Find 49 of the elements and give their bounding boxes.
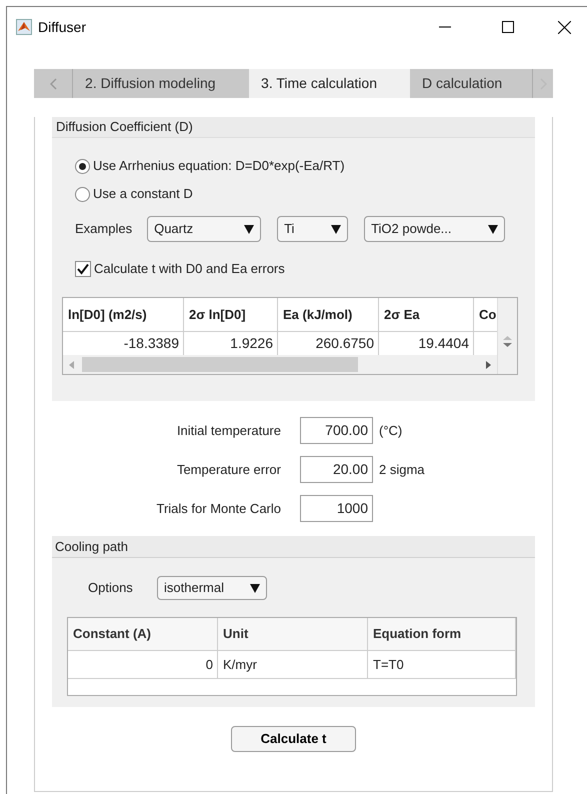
field-label: Trials for Monte Carlo	[156, 500, 281, 518]
horizontal-scrollbar[interactable]	[63, 355, 497, 374]
caret-icon	[250, 584, 260, 592]
field-label: Initial temperature	[176, 422, 281, 440]
column-header[interactable]: 2σ ln[D0]	[184, 298, 278, 331]
field-label: Temperature error	[176, 460, 281, 479]
caret-icon	[488, 224, 498, 234]
radio-button[interactable]	[75, 158, 90, 174]
options-label: Options	[88, 579, 134, 598]
checkbox[interactable]	[75, 261, 91, 277]
vertical-scrollbar[interactable]	[497, 298, 517, 374]
radio-label[interactable]: Use a constant D	[93, 184, 193, 204]
tab[interactable]: 3. Time calculation	[249, 69, 410, 98]
app-logo-icon	[16, 19, 32, 35]
panel-title: Cooling path	[55, 538, 128, 556]
scroll-right-arrow-icon[interactable]	[486, 360, 491, 368]
column-header[interactable]: Unit	[218, 618, 368, 650]
input-field[interactable]: 700.00	[300, 417, 373, 444]
table-cell: T=T0	[368, 651, 516, 678]
scroll-left-arrow-icon[interactable]	[69, 360, 74, 368]
column-header[interactable]: ln[D0] (m2/s)	[63, 298, 184, 331]
radio-button[interactable]	[75, 186, 90, 202]
table-cell: 0	[68, 651, 218, 678]
dropdown[interactable]: TiO2 powde...	[364, 216, 506, 242]
calculate-button[interactable]: Calculate t	[231, 726, 356, 752]
table-cell: K/myr	[218, 651, 368, 678]
maximize-icon[interactable]	[502, 21, 514, 33]
examples-label: Examples	[75, 220, 132, 238]
close-icon[interactable]	[558, 20, 571, 34]
scrollbar-thumb[interactable]	[82, 357, 358, 372]
dropdown[interactable]: isothermal	[157, 576, 267, 600]
column-header[interactable]: Constant (A)	[68, 618, 218, 650]
input-field[interactable]: 1000	[300, 495, 373, 522]
dropdown[interactable]: Quartz	[147, 216, 262, 242]
panel-title: Diffusion Coefficient (D)	[56, 118, 193, 136]
chevron-left-icon	[50, 78, 57, 90]
unit-label: 2 sigma	[379, 460, 425, 479]
column-header[interactable]: Equation form	[368, 618, 516, 650]
radio-label[interactable]: Use Arrhenius equation: D=D0*exp(-Ea/RT)	[93, 156, 345, 176]
window-title: Diffuser	[38, 18, 86, 36]
input-field[interactable]: 20.00	[300, 456, 373, 483]
dropdown[interactable]: Ti	[277, 216, 348, 242]
checkbox-label[interactable]: Calculate t with D0 and Ea errors	[94, 259, 285, 279]
caret-icon	[331, 224, 342, 234]
unit-label: (°C)	[379, 422, 402, 440]
spinner-icon[interactable]	[503, 336, 512, 347]
column-header[interactable]: Ea (kJ/mol)	[278, 298, 379, 331]
column-header[interactable]: 2σ Ea	[379, 298, 474, 331]
caret-icon	[244, 224, 254, 234]
